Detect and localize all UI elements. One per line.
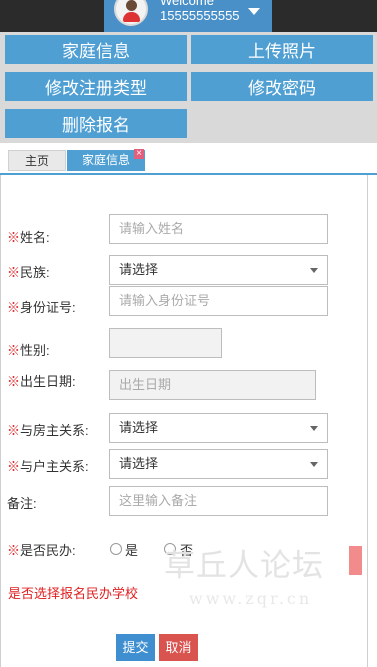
private-school-hint: 是否选择报名民办学校 xyxy=(8,586,139,601)
id-number-input[interactable]: 请输入身份证号 xyxy=(109,286,328,316)
household-head-relation-select[interactable]: 请选择 xyxy=(109,449,328,479)
submit-button[interactable]: 提交 xyxy=(116,634,155,661)
birth-date-field: 出生日期 xyxy=(109,370,316,400)
house-owner-relation-select[interactable]: 请选择 xyxy=(109,413,328,443)
gender-label: ※性别: xyxy=(7,343,50,358)
chevron-down-icon[interactable] xyxy=(248,8,260,15)
private-school-label: ※是否民办: xyxy=(7,543,76,558)
watermark-url: www.zqr.cn xyxy=(189,589,313,608)
tab-home[interactable]: 主页 xyxy=(8,150,66,171)
yes-radio[interactable] xyxy=(110,543,122,555)
family-info-button[interactable]: 家庭信息 xyxy=(3,33,189,66)
name-label: ※姓名: xyxy=(7,230,50,245)
modify-password-button[interactable]: 修改密码 xyxy=(189,70,375,103)
id-number-label: ※身份证号: xyxy=(7,300,76,315)
remark-label: 备注: xyxy=(7,496,37,511)
ethnicity-select[interactable]: 请选择 xyxy=(109,255,328,285)
name-input[interactable]: 请输入姓名 xyxy=(109,214,328,244)
close-icon[interactable]: × xyxy=(134,149,144,159)
user-phone: 15555555555 xyxy=(160,8,240,23)
delete-registration-button[interactable]: 删除报名 xyxy=(3,107,189,140)
birth-date-label: ※出生日期: xyxy=(7,374,76,389)
cancel-button[interactable]: 取消 xyxy=(159,634,198,661)
welcome-text: Welcome xyxy=(160,0,214,8)
top-bar: Welcome 15555555555 xyxy=(0,0,377,32)
watermark-text: 草丘人论坛 xyxy=(164,548,324,584)
tab-bar: 主页 家庭信息 xyxy=(0,143,377,175)
modify-registration-type-button[interactable]: 修改注册类型 xyxy=(3,70,189,103)
gender-field xyxy=(109,328,222,358)
household-head-relation-label: ※与户主关系: xyxy=(7,459,89,474)
yes-label: 是 xyxy=(125,543,139,558)
upload-photo-button[interactable]: 上传照片 xyxy=(189,33,375,66)
house-owner-relation-label: ※与房主关系: xyxy=(7,423,89,438)
watermark-seal xyxy=(349,546,362,575)
remark-input[interactable]: 这里输入备注 xyxy=(109,486,328,516)
avatar xyxy=(114,0,148,26)
watermark: 草丘人论坛 www.zqr.cn xyxy=(164,540,364,610)
user-menu[interactable]: Welcome 15555555555 xyxy=(104,0,272,32)
ethnicity-label: ※民族: xyxy=(7,265,50,280)
action-menu: 家庭信息 上传照片 修改注册类型 修改密码 删除报名 xyxy=(0,32,377,143)
